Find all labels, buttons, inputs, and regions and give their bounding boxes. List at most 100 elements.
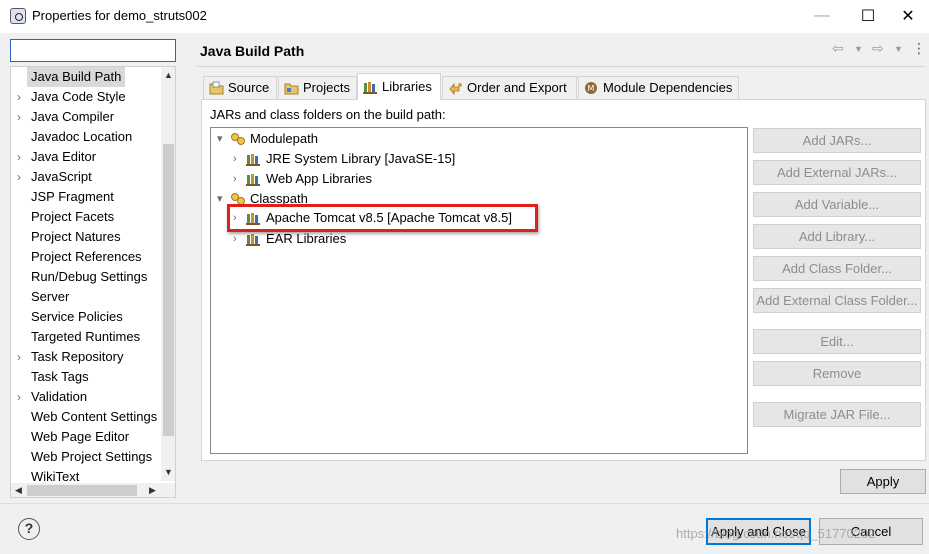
add-variable-button[interactable]: Add Variable... (753, 192, 921, 217)
libraries-icon (363, 82, 377, 94)
sidebar-item-java-compiler[interactable]: › Java Compiler (11, 107, 161, 127)
sidebar-item-label: Javadoc Location (31, 129, 133, 144)
chevron-right-icon[interactable]: › (17, 387, 27, 407)
chevron-right-icon[interactable]: › (233, 149, 243, 169)
remove-button[interactable]: Remove (753, 361, 921, 386)
scroll-up-icon[interactable]: ▲ (161, 67, 175, 84)
tab-source[interactable]: Source (203, 76, 277, 99)
property-page-list: Java Build Path › Java Code Style › Java… (10, 66, 176, 498)
source-folder-icon (209, 81, 224, 95)
header-divider (197, 66, 925, 67)
sidebar-item-task-repository[interactable]: › Task Repository (11, 347, 161, 367)
sidebar-item-label: Web Page Editor (31, 429, 130, 444)
sidebar-item-validation[interactable]: › Validation (11, 387, 161, 407)
sidebar-item-label: Task Tags (31, 369, 89, 384)
scroll-left-icon[interactable]: ◀ (11, 483, 26, 497)
sidebar-item-label: Web Project Settings (31, 449, 153, 464)
horizontal-scroll-thumb[interactable] (27, 485, 137, 496)
title-bar: Properties for demo_struts002 — ☐ ✕ (0, 0, 929, 33)
chevron-right-icon[interactable]: › (17, 147, 27, 167)
chevron-right-icon[interactable]: › (233, 229, 243, 249)
horizontal-scrollbar[interactable]: ◀ ▶ (11, 483, 161, 497)
chevron-right-icon[interactable]: › (233, 169, 243, 189)
sidebar-item-java-code-style[interactable]: › Java Code Style (11, 87, 161, 107)
sidebar-item-label: Java Compiler (31, 109, 115, 124)
sidebar-item-label: Java Editor (31, 149, 97, 164)
forward-arrow-icon[interactable]: ⇨ (872, 40, 884, 57)
sidebar-item-server[interactable]: Server (11, 287, 161, 307)
sidebar-item-web-content-settings[interactable]: Web Content Settings (11, 407, 161, 427)
back-dropdown-icon[interactable]: ▼ (854, 44, 863, 54)
sidebar-item-javascript[interactable]: › JavaScript (11, 167, 161, 187)
annotation-highlight-box (227, 204, 538, 232)
sidebar-item-label: Project References (31, 249, 142, 264)
sidebar-item-label: Run/Debug Settings (31, 269, 148, 284)
back-arrow-icon[interactable]: ⇦ (832, 40, 844, 57)
scroll-down-icon[interactable]: ▼ (161, 464, 175, 481)
sidebar-item-javadoc-location[interactable]: Javadoc Location (11, 127, 161, 147)
sidebar-item-java-build-path[interactable]: Java Build Path (11, 67, 161, 87)
sidebar-item-targeted-runtimes[interactable]: Targeted Runtimes (11, 327, 161, 347)
chevron-right-icon[interactable]: › (17, 107, 27, 127)
forward-dropdown-icon[interactable]: ▼ (894, 44, 903, 54)
order-export-icon (449, 82, 462, 95)
sidebar-item-project-facets[interactable]: Project Facets (11, 207, 161, 227)
library-icon (246, 234, 260, 246)
sidebar-item-label: Targeted Runtimes (31, 329, 141, 344)
edit-button[interactable]: Edit... (753, 329, 921, 354)
sidebar-item-web-page-editor[interactable]: Web Page Editor (11, 427, 161, 447)
sidebar-item-service-policies[interactable]: Service Policies (11, 307, 161, 327)
sidebar-item-label: Web Content Settings (31, 409, 158, 424)
vertical-scroll-thumb[interactable] (163, 144, 174, 436)
tab-label: Order and Export (467, 80, 567, 95)
scroll-right-icon[interactable]: ▶ (145, 483, 160, 497)
tab-projects[interactable]: Projects (278, 76, 357, 99)
page-title: Java Build Path (200, 43, 305, 59)
sidebar-item-project-natures[interactable]: Project Natures (11, 227, 161, 247)
sidebar-item-task-tags[interactable]: Task Tags (11, 367, 161, 387)
vertical-scrollbar[interactable]: ▲ ▼ (161, 67, 175, 481)
tab-module-dependencies[interactable]: M Module Dependencies (578, 76, 739, 99)
add-library-button[interactable]: Add Library... (753, 224, 921, 249)
sidebar-item-label: Service Policies (31, 309, 123, 324)
tab-label: Libraries (382, 79, 432, 94)
view-menu-icon[interactable]: ⋮ (912, 40, 926, 57)
tab-libraries[interactable]: Libraries (357, 73, 441, 100)
library-icon (246, 154, 260, 166)
add-external-jars-button[interactable]: Add External JARs... (753, 160, 921, 185)
chevron-right-icon[interactable]: › (17, 87, 27, 107)
add-class-folder-button[interactable]: Add Class Folder... (753, 256, 921, 281)
chevron-right-icon[interactable]: › (17, 167, 27, 187)
chevron-down-icon[interactable]: ▾ (217, 129, 227, 149)
sidebar-item-label: JSP Fragment (31, 189, 114, 204)
chevron-down-icon[interactable]: ▾ (217, 189, 227, 209)
sidebar-item-label: Project Natures (31, 229, 121, 244)
svg-text:M: M (588, 84, 595, 93)
sidebar-item-label: Java Code Style (31, 89, 126, 104)
tab-label: Module Dependencies (603, 80, 733, 95)
build-path-tree[interactable]: ▾ Modulepath › JRE System Library [JavaS… (210, 127, 748, 454)
window-title: Properties for demo_struts002 (32, 8, 207, 23)
path-icon (231, 133, 245, 145)
sidebar-item-web-project-settings[interactable]: Web Project Settings (11, 447, 161, 467)
apply-button[interactable]: Apply (840, 469, 926, 494)
minimize-button[interactable]: — (799, 0, 845, 32)
tree-node-label: JRE System Library [JavaSE-15] (266, 151, 456, 166)
filter-input[interactable] (10, 39, 176, 62)
sidebar-item-label: Project Facets (31, 209, 115, 224)
tab-label: Source (228, 80, 270, 95)
sidebar-item-java-editor[interactable]: › Java Editor (11, 147, 161, 167)
add-external-class-folder-button[interactable]: Add External Class Folder... (753, 288, 921, 313)
module-dependencies-icon: M (585, 82, 597, 94)
close-button[interactable]: ✕ (885, 0, 929, 32)
sidebar-item-jsp-fragment[interactable]: JSP Fragment (11, 187, 161, 207)
migrate-jar-button[interactable]: Migrate JAR File... (753, 402, 921, 427)
add-jars-button[interactable]: Add JARs... (753, 128, 921, 153)
sidebar-item-project-references[interactable]: Project References (11, 247, 161, 267)
sidebar-item-label: Task Repository (31, 349, 124, 364)
sidebar-item-run-debug-settings[interactable]: Run/Debug Settings (11, 267, 161, 287)
tab-order-and-export[interactable]: Order and Export (442, 76, 577, 99)
help-icon[interactable]: ? (18, 518, 40, 540)
sidebar-item-label: Validation (31, 389, 88, 404)
chevron-right-icon[interactable]: › (17, 347, 27, 367)
